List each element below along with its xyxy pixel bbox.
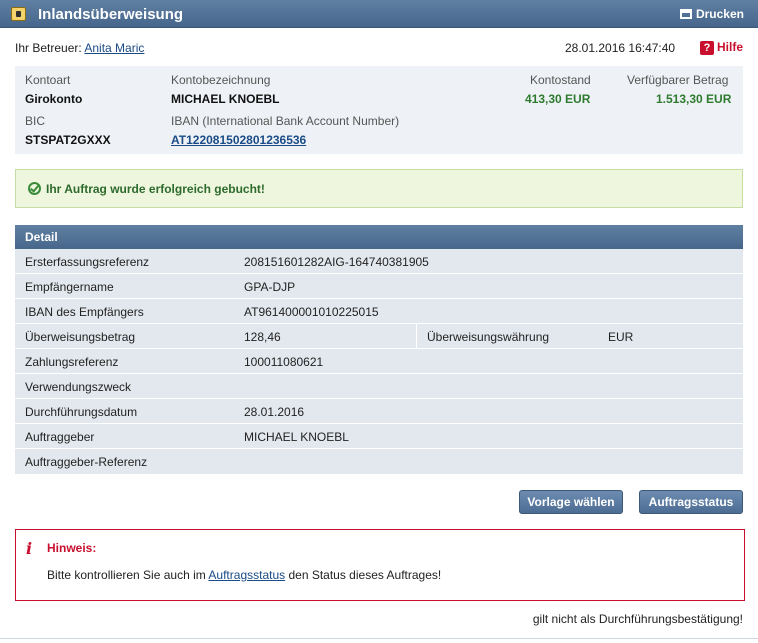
detail-table: Ersterfassungsreferenz 208151601282AIG-1… xyxy=(15,249,743,474)
iban-link[interactable]: AT122081502801236536 xyxy=(171,133,306,147)
verfuegbar-label: Verfügbarer Betrag xyxy=(627,73,729,87)
row-key: Ersterfassungsreferenz xyxy=(25,255,150,269)
notice-title: Hinweis: xyxy=(47,541,97,555)
row-key: Verwendungszweck xyxy=(25,380,132,394)
title-bar: Inlandsüberweisung Drucken xyxy=(0,0,758,28)
column-divider xyxy=(416,324,417,348)
order-status-button[interactable]: Auftragsstatus xyxy=(639,490,743,514)
bic-label: BIC xyxy=(25,114,46,128)
notice-text-after: den Status dieses Auftrages! xyxy=(285,568,442,582)
row-key: Durchführungsdatum xyxy=(25,405,138,419)
print-button[interactable]: Drucken xyxy=(679,7,744,21)
table-row: Auftraggeber-Referenz xyxy=(15,449,743,474)
footer-note: gilt nicht als Durchführungsbestätigung! xyxy=(532,612,743,626)
row-value: 100011080621 xyxy=(244,355,324,369)
row-value: MICHAEL KNOEBL xyxy=(244,430,349,444)
select-template-button[interactable]: Vorlage wählen xyxy=(519,490,623,514)
row-value: 208151601282AIG-164740381905 xyxy=(244,255,429,269)
advisor-label: Ihr Betreuer: xyxy=(15,41,82,55)
print-label: Drucken xyxy=(695,7,744,21)
row-value: AT961400001010225015 xyxy=(244,305,379,319)
info-icon: i xyxy=(26,539,33,558)
advisor-info: Ihr Betreuer: Anita Maric xyxy=(15,41,144,55)
table-row: Ersterfassungsreferenz 208151601282AIG-1… xyxy=(15,249,743,274)
table-row: Auftraggeber MICHAEL KNOEBL xyxy=(15,424,743,449)
row-value: 28.01.2016 xyxy=(244,405,305,419)
kontobezeichnung-value: MICHAEL KNOEBL xyxy=(171,92,280,106)
table-row: Überweisungsbetrag 128,46 Überweisungswä… xyxy=(15,324,743,349)
page-title: Inlandsüberweisung xyxy=(38,6,184,23)
kontoart-label: Kontoart xyxy=(25,73,71,87)
order-status-link[interactable]: Auftragsstatus xyxy=(208,568,285,582)
row-key: Auftraggeber-Referenz xyxy=(25,455,148,469)
kontostand-label: Kontostand xyxy=(530,73,591,87)
row-key: Empfängername xyxy=(25,280,114,294)
iban-label: IBAN (International Bank Account Number) xyxy=(171,114,400,128)
detail-header: Detail xyxy=(15,225,743,249)
kontostand-value: 413,30 EUR xyxy=(525,92,591,106)
table-row: Verwendungszweck xyxy=(15,374,743,399)
success-text: Ihr Auftrag wurde erfolgreich gebucht! xyxy=(46,182,265,196)
calendar-icon xyxy=(11,7,26,21)
success-message: Ihr Auftrag wurde erfolgreich gebucht! xyxy=(15,169,743,208)
account-summary: Kontoart Girokonto Kontobezeichnung MICH… xyxy=(15,66,743,154)
table-row: Durchführungsdatum 28.01.2016 xyxy=(15,399,743,424)
notice-box: i Hinweis: Bitte kontrollieren Sie auch … xyxy=(15,529,745,601)
row-key: Auftraggeber xyxy=(25,430,95,444)
divider xyxy=(0,638,758,639)
printer-icon xyxy=(679,9,692,19)
row-key: IBAN des Empfängers xyxy=(25,305,144,319)
help-label: Hilfe xyxy=(716,40,743,54)
bic-value: STSPAT2GXXX xyxy=(25,133,111,147)
checkmark-circle-icon xyxy=(28,182,41,195)
row-key: Zahlungsreferenz xyxy=(25,355,119,369)
verfuegbar-value: 1.513,30 EUR xyxy=(656,92,732,106)
table-row: IBAN des Empfängers AT961400001010225015 xyxy=(15,299,743,324)
row-key-secondary: Überweisungswährung xyxy=(427,330,550,344)
table-row: Zahlungsreferenz 100011080621 xyxy=(15,349,743,374)
table-row: Empfängername GPA-DJP xyxy=(15,274,743,299)
row-key: Überweisungsbetrag xyxy=(25,330,136,344)
notice-text-before: Bitte kontrollieren Sie auch im xyxy=(47,568,209,582)
help-button[interactable]: ? Hilfe xyxy=(699,40,743,55)
row-value: 128,46 xyxy=(244,330,281,344)
row-value: GPA-DJP xyxy=(244,280,296,294)
row-value-secondary: EUR xyxy=(608,330,634,344)
question-icon: ? xyxy=(699,41,714,55)
kontoart-value: Girokonto xyxy=(25,92,83,106)
timestamp: 28.01.2016 16:47:40 xyxy=(565,41,676,55)
advisor-link[interactable]: Anita Maric xyxy=(84,41,144,55)
notice-text: Bitte kontrollieren Sie auch im Auftrags… xyxy=(47,568,441,582)
kontobezeichnung-label: Kontobezeichnung xyxy=(171,73,271,87)
